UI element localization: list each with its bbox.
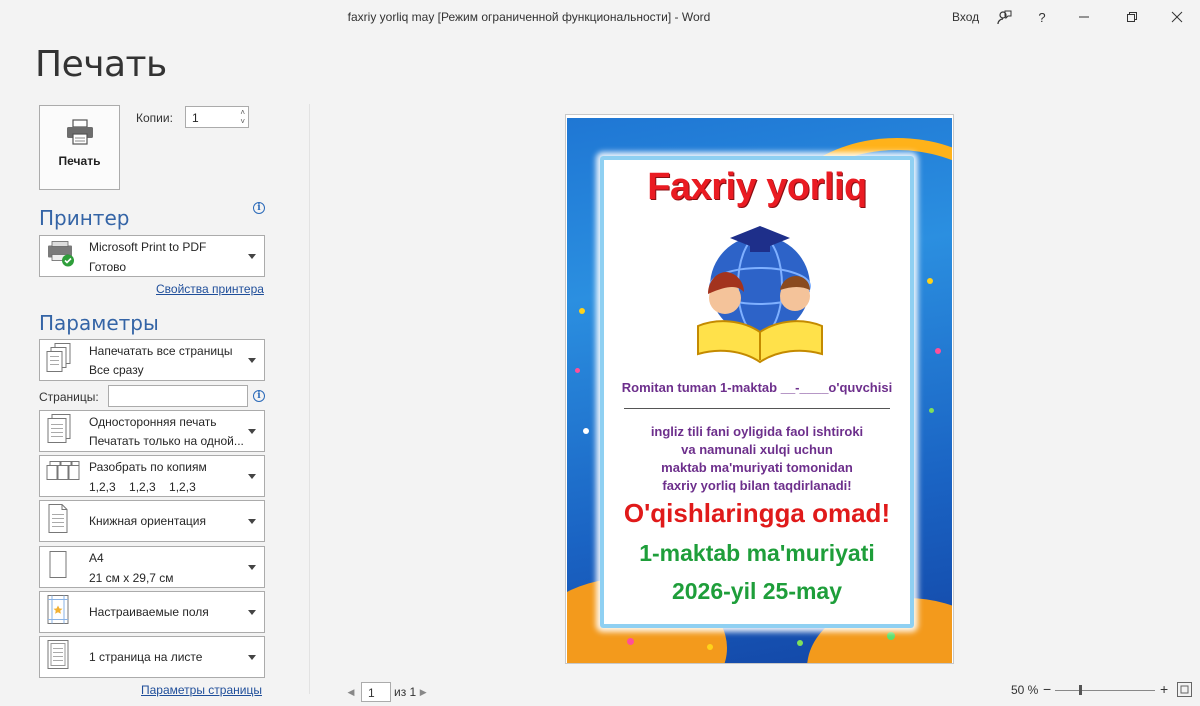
close-icon[interactable] — [1163, 4, 1191, 30]
certificate-panel: Faxriy yorliq Romitan tuman 1-maktab __-… — [600, 156, 914, 628]
printer-icon — [66, 119, 93, 145]
pages-icon — [46, 343, 74, 378]
paper-size-icon — [46, 550, 70, 585]
certificate-student-line: Romitan tuman 1-maktab __-____o'quvchisi — [621, 380, 893, 395]
margins-label: Настраиваемые поля — [89, 605, 209, 619]
students-illustration — [697, 226, 823, 364]
confetti-dot — [583, 428, 589, 434]
zoom-slider-thumb[interactable] — [1079, 685, 1082, 695]
copies-value: 1 — [192, 111, 199, 125]
chevron-down-icon — [248, 429, 256, 434]
page-navigation: ◀ 1 из 1 ▶ — [344, 682, 430, 702]
minimize-icon[interactable] — [1070, 4, 1098, 30]
chevron-down-icon — [248, 655, 256, 660]
margins-dropdown[interactable]: Настраиваемые поля — [39, 591, 265, 633]
certificate-body-line: maktab ma'muriyati tomonidan — [661, 460, 853, 475]
page-number-input[interactable]: 1 — [361, 682, 391, 702]
help-button[interactable]: ? — [1028, 4, 1056, 30]
settings-heading: Параметры — [39, 311, 159, 335]
collate-dropdown[interactable]: Разобрать по копиям 1,2,3 1,2,3 1,2,3 — [39, 455, 265, 497]
zoom-slider[interactable] — [1055, 690, 1155, 691]
pages-per-sheet-dropdown[interactable]: 1 страница на листе — [39, 636, 265, 678]
divider — [309, 104, 310, 694]
zoom-out-button[interactable]: − — [1043, 681, 1051, 697]
collate-label: Разобрать по копиям — [89, 460, 207, 474]
zoom-in-button[interactable]: + — [1160, 681, 1168, 697]
confetti-dot — [887, 632, 895, 640]
paper-size-sub: 21 см x 29,7 см — [89, 571, 174, 585]
orientation-dropdown[interactable]: Книжная ориентация — [39, 500, 265, 542]
certificate-body-line: ingliz tili fani oyligida faol ishtiroki — [650, 424, 864, 439]
margins-icon — [46, 595, 70, 630]
chevron-down-icon — [248, 358, 256, 363]
copies-spinner[interactable]: ˄ ˅ — [240, 108, 245, 126]
print-button-label: Печать — [58, 154, 101, 168]
confetti-dot — [927, 278, 933, 284]
chevron-down-icon — [248, 565, 256, 570]
print-button[interactable]: Печать — [39, 105, 120, 190]
chevron-down-icon — [248, 474, 256, 479]
paper-size-dropdown[interactable]: A4 21 см x 29,7 см — [39, 546, 265, 588]
page-total: из 1 — [394, 685, 417, 699]
portrait-icon — [46, 504, 70, 539]
print-range-label: Напечатать все страницы — [89, 344, 233, 358]
page-title: Печать — [35, 44, 167, 85]
orientation-label: Книжная ориентация — [89, 514, 206, 528]
printer-status: Готово — [89, 260, 127, 274]
pages-label: Страницы: — [39, 390, 99, 404]
zoom-to-page-icon[interactable] — [1177, 682, 1192, 697]
confetti-dot — [579, 308, 585, 314]
next-page-icon[interactable]: ▶ — [416, 687, 430, 698]
printer-device-icon — [46, 240, 76, 273]
print-preview-page: Faxriy yorliq Romitan tuman 1-maktab __-… — [565, 114, 954, 664]
certificate-body-line: faxriy yorliq bilan taqdirlanadi! — [662, 478, 852, 493]
confetti-dot — [627, 638, 634, 645]
printer-dropdown[interactable]: Microsoft Print to PDF Готово — [39, 235, 265, 277]
chevron-down-icon — [248, 254, 256, 259]
printer-heading: Принтер — [39, 206, 130, 230]
info-icon[interactable]: i — [253, 390, 265, 402]
paper-size-label: A4 — [89, 551, 104, 565]
certificate-title: Faxriy yorliq — [647, 166, 867, 208]
collate-sub: 1,2,3 1,2,3 1,2,3 — [89, 480, 196, 494]
confetti-dot — [575, 368, 580, 373]
copies-input[interactable]: 1 ˄ ˅ — [185, 106, 249, 128]
confetti-dot — [935, 348, 941, 354]
confetti-dot — [797, 640, 803, 646]
print-range-sub: Все сразу — [89, 363, 144, 377]
restore-icon[interactable] — [1118, 4, 1146, 30]
printer-name: Microsoft Print to PDF — [89, 240, 207, 254]
window-title: faxriy yorliq may [Режим ограниченной фу… — [347, 10, 711, 24]
chevron-down-icon — [248, 519, 256, 524]
certificate-body-line: va namunali xulqi uchun — [681, 442, 833, 457]
certificate-signature: 1-maktab ma'muriyati — [639, 540, 875, 566]
confetti-dot — [929, 408, 934, 413]
info-icon[interactable]: i — [253, 202, 265, 214]
copies-label: Копии: — [136, 111, 173, 125]
sides-sub: Печатать только на одной... — [89, 434, 244, 448]
collate-icon — [46, 461, 80, 492]
pages-per-sheet-icon — [46, 640, 70, 675]
chevron-down-icon — [248, 610, 256, 615]
sides-dropdown[interactable]: Односторонняя печать Печатать только на … — [39, 410, 265, 452]
certificate-background: Faxriy yorliq Romitan tuman 1-maktab __-… — [567, 118, 952, 663]
name-underline — [624, 408, 890, 409]
page-setup-link[interactable]: Параметры страницы — [141, 683, 262, 697]
certificate-wish: O'qishlaringga omad! — [623, 498, 891, 528]
pages-input[interactable] — [108, 385, 248, 407]
sign-in-link[interactable]: Вход — [952, 10, 979, 24]
print-range-dropdown[interactable]: Напечатать все страницы Все сразу — [39, 339, 265, 381]
zoom-level[interactable]: 50 % — [1011, 683, 1038, 697]
one-sided-icon — [46, 414, 72, 449]
feedback-icon[interactable] — [990, 4, 1018, 30]
sides-label: Односторонняя печать — [89, 415, 217, 429]
printer-properties-link[interactable]: Свойства принтера — [156, 282, 264, 296]
certificate-date: 2026-yil 25-may — [671, 578, 843, 604]
title-bar: faxriy yorliq may [Режим ограниченной фу… — [0, 0, 1200, 34]
pages-per-sheet-label: 1 страница на листе — [89, 650, 203, 664]
previous-page-icon[interactable]: ◀ — [344, 687, 358, 698]
confetti-dot — [707, 644, 713, 650]
